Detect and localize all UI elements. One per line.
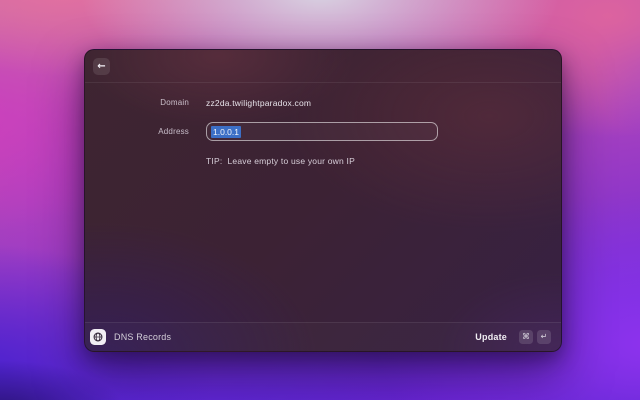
dns-records-window: ← Domain zz2da.twilightparadox.com Addre… xyxy=(84,49,562,352)
domain-value: zz2da.twilightparadox.com xyxy=(206,97,312,108)
globe-icon xyxy=(93,332,103,342)
dns-records-app-icon xyxy=(90,329,106,345)
window-footer: DNS Records Update ⌘ ↵ xyxy=(85,322,561,351)
update-label: Update xyxy=(475,332,507,342)
domain-row: Domain zz2da.twilightparadox.com xyxy=(85,96,561,109)
back-button[interactable]: ← xyxy=(93,58,110,75)
command-key-icon: ⌘ xyxy=(519,330,533,344)
back-arrow-icon: ← xyxy=(97,60,106,72)
return-key-icon: ↵ xyxy=(537,330,551,344)
address-input[interactable]: 1.0.0.1 xyxy=(206,122,438,141)
desktop-wallpaper: ← Domain zz2da.twilightparadox.com Addre… xyxy=(0,0,640,400)
address-input-selected-text: 1.0.0.1 xyxy=(211,125,241,138)
update-action[interactable]: Update ⌘ ↵ xyxy=(475,330,551,344)
footer-app-info: DNS Records xyxy=(90,329,475,345)
app-name: DNS Records xyxy=(114,332,172,342)
address-label: Address xyxy=(158,127,189,136)
domain-label: Domain xyxy=(160,98,189,107)
address-row: Address 1.0.0.1 xyxy=(85,122,561,141)
window-header: ← xyxy=(85,50,561,83)
tip-text: TIP: Leave empty to use your own IP xyxy=(206,156,355,166)
